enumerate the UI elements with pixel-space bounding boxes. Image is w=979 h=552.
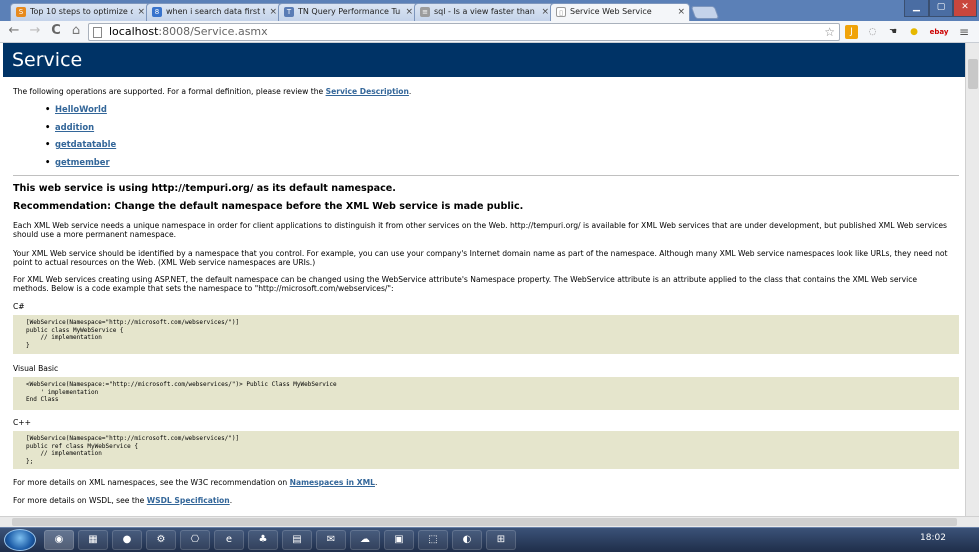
tab-5-active[interactable]: ▯ Service Web Service × (550, 3, 690, 21)
browser-tab-strip: S Top 10 steps to optimize d × 8 when i … (0, 0, 979, 21)
extension-j-icon[interactable]: J (845, 25, 858, 39)
horizontal-scroll-thumb[interactable] (12, 518, 957, 526)
code-block-csharp: [WebService(Namespace="http://microsoft.… (13, 315, 959, 354)
language-label-vb: Visual Basic (13, 364, 59, 373)
technet-icon: T (284, 7, 294, 17)
wsdl-specification-link[interactable]: WSDL Specification (147, 496, 230, 505)
back-icon[interactable]: ← (6, 23, 22, 39)
tab-close-icon[interactable]: × (137, 4, 145, 20)
taskbar-app-icon[interactable]: ✉ (316, 530, 346, 550)
service-description-link[interactable]: Service Description (326, 87, 409, 96)
browser-toolbar: ← → C ⌂ localhost:8008/Service.asmx ☆ J … (0, 21, 979, 43)
language-label-csharp: C# (13, 302, 25, 311)
paragraph-namespace-aspnet: For XML Web services creating using ASP.… (13, 275, 918, 293)
taskbar-app-icon[interactable]: ▣ (384, 530, 414, 550)
taskbar-app-icon[interactable]: ♣ (248, 530, 278, 550)
taskbar-app-icon[interactable]: ◐ (452, 530, 482, 550)
new-tab-button[interactable] (690, 6, 720, 19)
bookmark-star-icon[interactable]: ☆ (824, 24, 835, 40)
page-icon: ▯ (556, 7, 566, 17)
namespaces-in-xml-link[interactable]: Namespaces in XML (290, 478, 375, 487)
code-block-vb: <WebService(Namespace:="http://microsoft… (13, 377, 959, 410)
operation-link-getdatatable[interactable]: getdatatable (55, 139, 116, 149)
code-block-cpp: [WebService(Namespace="http://microsoft.… (13, 431, 959, 469)
page-content: Service The following operations are sup… (3, 43, 965, 516)
xml-namespaces-text: For more details on XML namespaces, see … (13, 478, 378, 487)
tab-close-icon[interactable]: × (269, 4, 277, 20)
extension-speech-icon[interactable]: ◌ (866, 25, 879, 39)
start-button[interactable] (4, 529, 36, 551)
taskbar-media-icon[interactable]: ● (112, 530, 142, 550)
recommendation-heading: Recommendation: Change the default names… (13, 201, 524, 212)
intro-text: The following operations are supported. … (13, 87, 412, 96)
vertical-scroll-thumb[interactable] (968, 59, 978, 89)
page-title: Service (3, 43, 965, 77)
paragraph-namespace-unique: Each XML Web service needs a unique name… (13, 221, 947, 239)
tab-close-icon[interactable]: × (405, 4, 413, 20)
google-icon: 8 (152, 7, 162, 17)
namespace-heading: This web service is using http://tempuri… (13, 183, 396, 194)
tab-4[interactable]: ≡ sql - Is a view faster than a × (414, 3, 554, 21)
operation-link-helloworld[interactable]: HelloWorld (55, 104, 107, 114)
tab-1[interactable]: S Top 10 steps to optimize d × (10, 3, 150, 21)
maximize-button[interactable]: ▢ (929, 0, 953, 17)
tab-title: when i search data first tim (166, 7, 265, 16)
taskbar-clock[interactable]: 18:02 (920, 533, 946, 543)
tab-title: TN Query Performance Tunin (298, 7, 401, 16)
page-icon (93, 27, 102, 38)
operation-link-addition[interactable]: addition (55, 122, 94, 132)
extension-hand-icon[interactable]: ☚ (886, 25, 900, 39)
paragraph-namespace-control: Your XML Web service should be identifie… (13, 249, 948, 267)
lightbulb-icon[interactable]: ● (908, 25, 920, 39)
tab-title: Service Web Service (570, 7, 652, 16)
taskbar-app-icon[interactable]: ⎔ (180, 530, 210, 550)
ebay-icon[interactable]: ebay (928, 25, 950, 39)
tab-3[interactable]: T TN Query Performance Tunin × (278, 3, 418, 21)
menu-icon[interactable]: ≡ (957, 25, 971, 39)
tab-title: Top 10 steps to optimize d (30, 7, 133, 16)
vertical-scrollbar[interactable] (965, 43, 979, 516)
taskbar-app-icon[interactable]: ▤ (282, 530, 312, 550)
stackexchange-icon: ≡ (420, 7, 430, 17)
address-bar[interactable]: localhost:8008/Service.asmx ☆ (88, 23, 840, 41)
tab-title: sql - Is a view faster than a (434, 7, 537, 16)
taskbar-pdf-icon[interactable]: ⬚ (418, 530, 448, 550)
language-label-cpp: C++ (13, 418, 32, 427)
divider (13, 175, 959, 176)
tab-close-icon[interactable]: × (541, 4, 549, 20)
horizontal-scrollbar[interactable] (0, 516, 979, 527)
taskbar-tools-icon[interactable]: ⚙ (146, 530, 176, 550)
forward-icon[interactable]: → (27, 23, 43, 39)
tab-close-icon[interactable]: × (677, 4, 685, 20)
operation-link-getmember[interactable]: getmember (55, 157, 110, 167)
close-window-button[interactable]: ✕ (953, 0, 977, 17)
taskbar-ie-icon[interactable]: e (214, 530, 244, 550)
taskbar-app-icon[interactable]: ⊞ (486, 530, 516, 550)
home-icon[interactable]: ⌂ (68, 23, 84, 39)
minimize-button[interactable]: ▁ (904, 0, 929, 17)
windows-taskbar: ◉ ▦ ● ⚙ ⎔ e ♣ ▤ ✉ ☁ ▣ ⬚ ◐ ⊞ 18:02 (0, 527, 979, 552)
address-url: localhost:8008/Service.asmx (109, 25, 268, 38)
stackoverflow-icon: S (16, 7, 26, 17)
reload-icon[interactable]: C (48, 23, 64, 39)
tab-2[interactable]: 8 when i search data first tim × (146, 3, 282, 21)
taskbar-explorer-icon[interactable]: ▦ (78, 530, 108, 550)
wsdl-text: For more details on WSDL, see the WSDL S… (13, 496, 233, 505)
taskbar-app-icon[interactable]: ☁ (350, 530, 380, 550)
taskbar-chrome-icon[interactable]: ◉ (44, 530, 74, 550)
